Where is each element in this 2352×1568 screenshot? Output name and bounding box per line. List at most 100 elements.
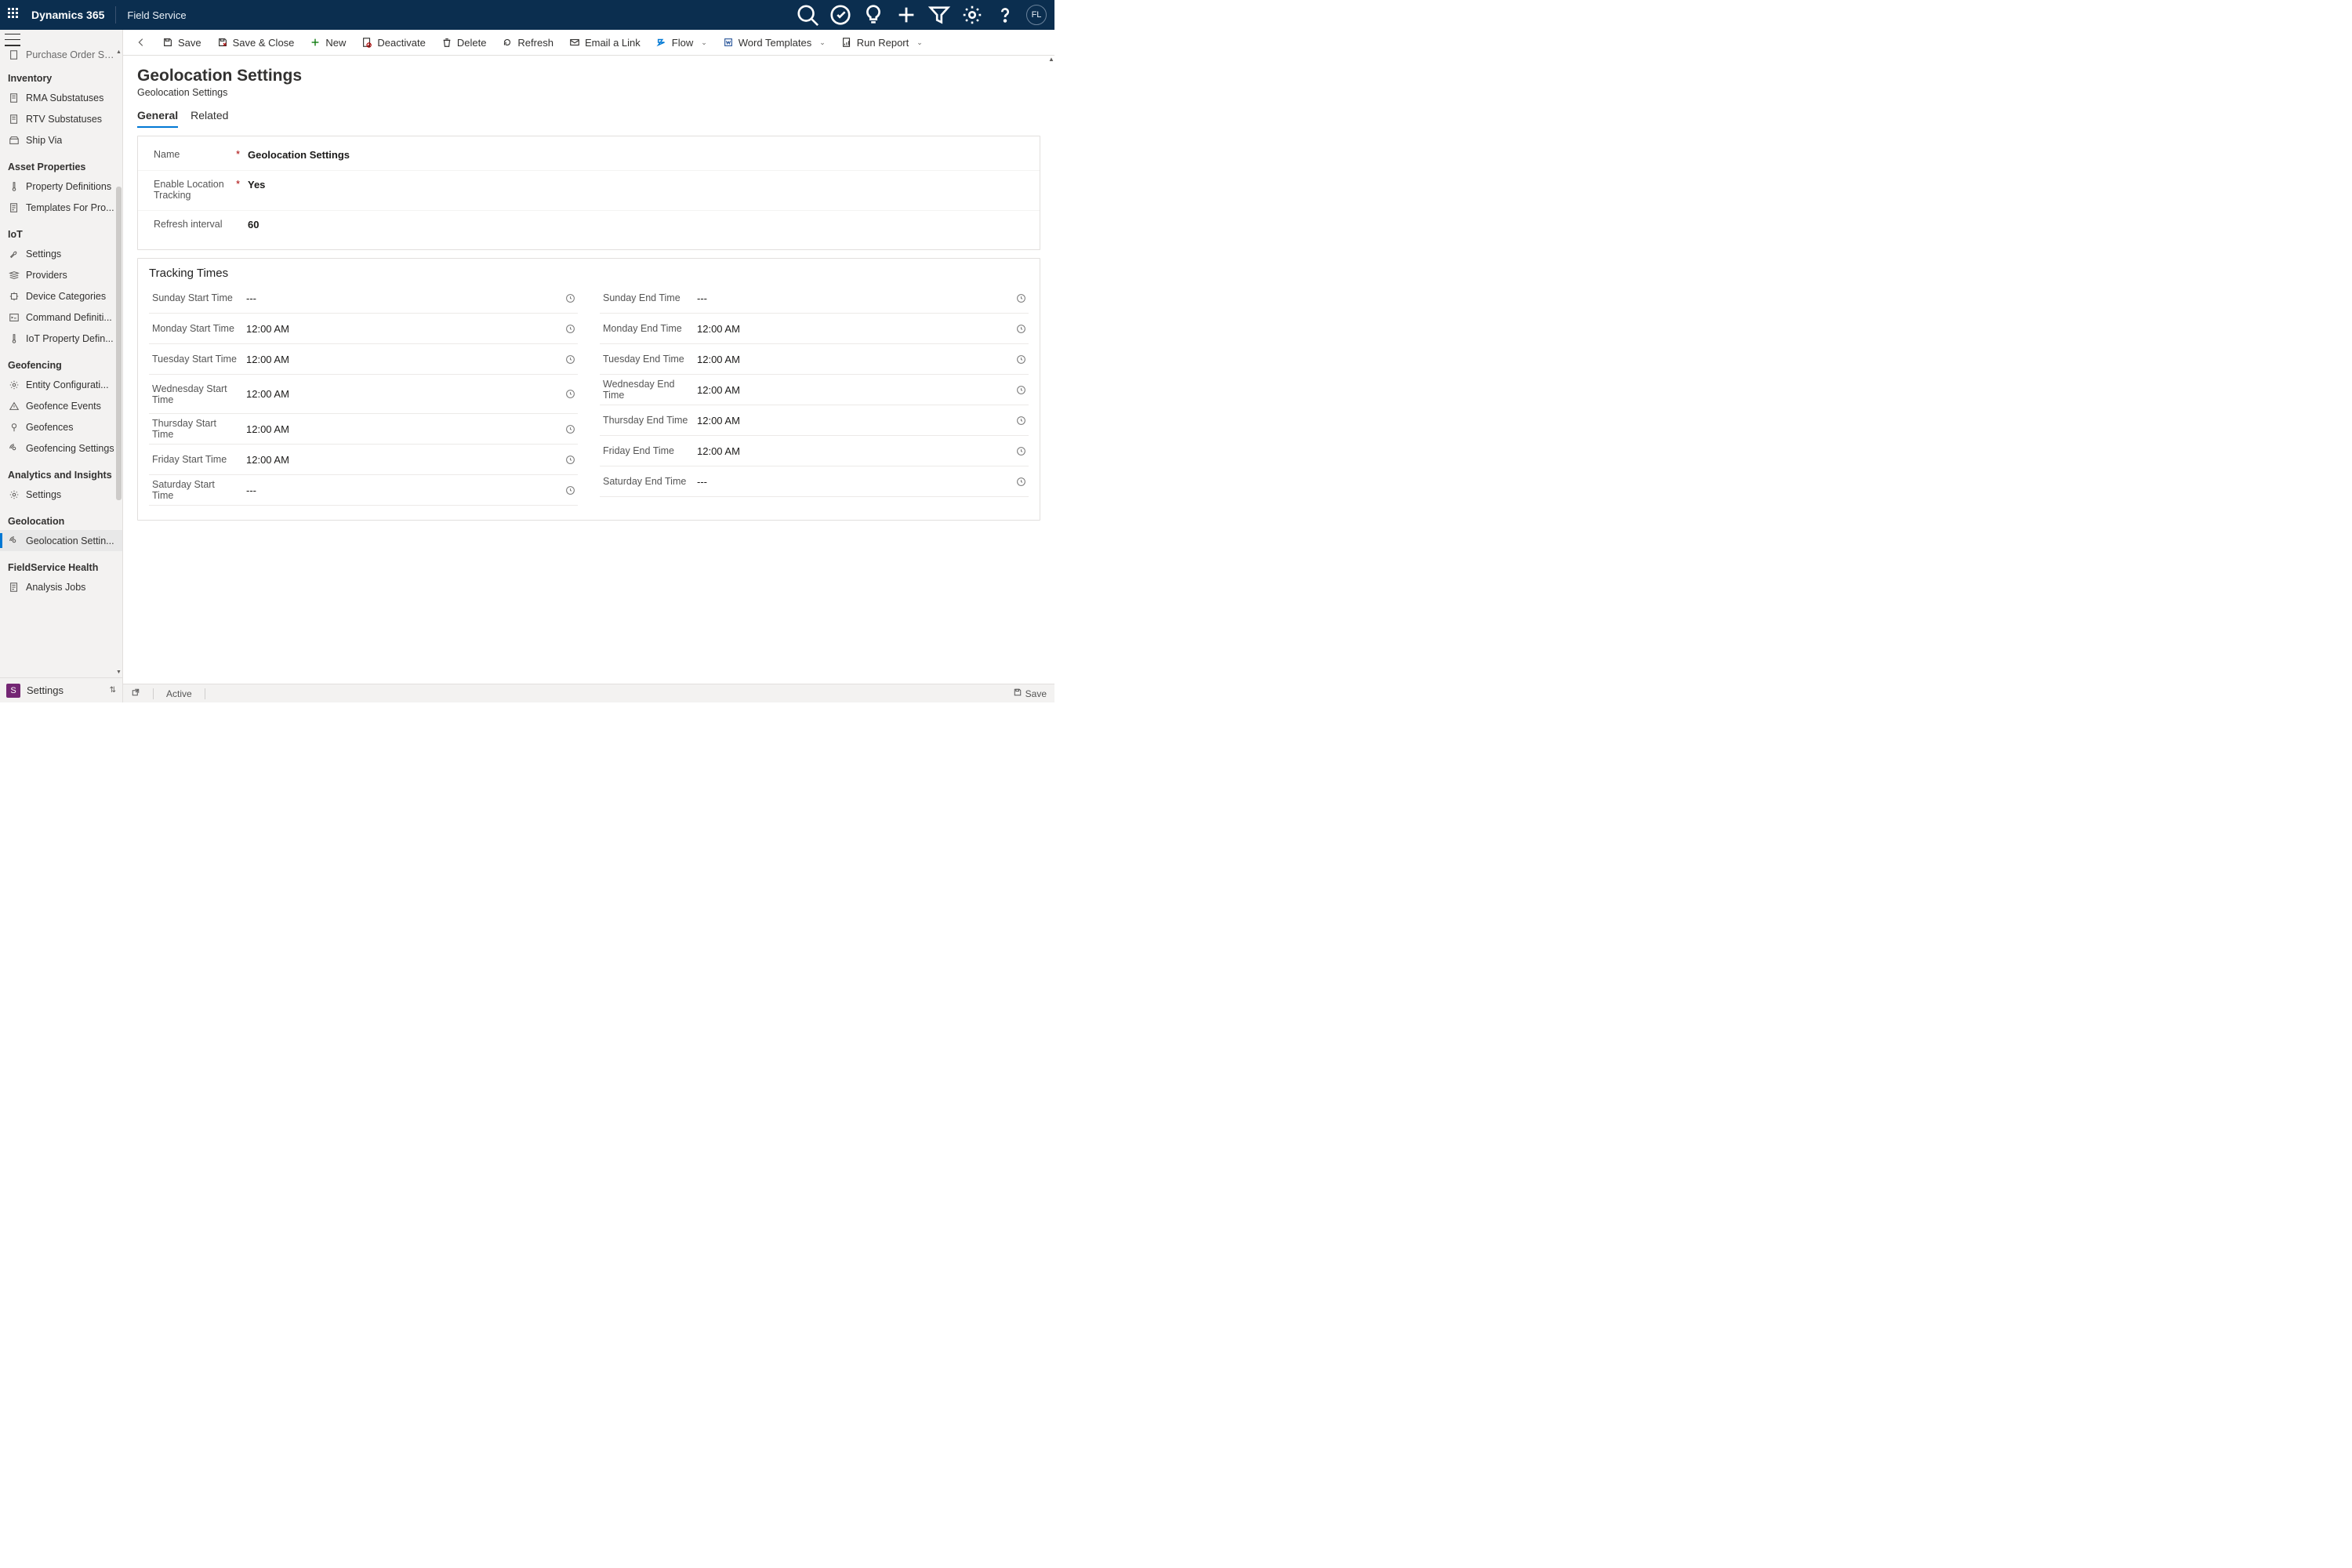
time-row[interactable]: Thursday Start Time12:00 AM: [149, 414, 578, 445]
help-icon[interactable]: [993, 3, 1017, 27]
sidebar-item[interactable]: Settings: [0, 484, 122, 505]
refresh-button[interactable]: Refresh: [494, 30, 561, 55]
back-button[interactable]: [131, 30, 151, 55]
sidebar-item[interactable]: Ship Via: [0, 129, 122, 151]
time-row[interactable]: Saturday End Time---: [600, 466, 1029, 497]
time-row[interactable]: Friday End Time12:00 AM: [600, 436, 1029, 466]
sidebar-item[interactable]: Entity Configurati...: [0, 374, 122, 395]
sidebar-item[interactable]: Templates For Pro...: [0, 197, 122, 218]
sidebar-item[interactable]: Geofences: [0, 416, 122, 437]
hamburger-icon[interactable]: [5, 34, 20, 46]
time-row[interactable]: Monday Start Time12:00 AM: [149, 314, 578, 344]
sidebar-item[interactable]: Device Categories: [0, 285, 122, 307]
task-icon[interactable]: [829, 3, 852, 27]
sidebar-item[interactable]: IoT Property Defin...: [0, 328, 122, 349]
content-scroll-up-icon[interactable]: ▲: [1048, 56, 1054, 65]
email-a-link-button[interactable]: Email a Link: [561, 30, 648, 55]
clock-icon[interactable]: [1013, 477, 1029, 487]
clock-icon[interactable]: [1013, 324, 1029, 334]
sidebar-group-header: Inventory: [0, 73, 122, 84]
settings-icon[interactable]: [960, 3, 984, 27]
sidebar-item[interactable]: Command Definiti...: [0, 307, 122, 328]
page-title: Geolocation Settings: [137, 67, 1040, 85]
clock-icon[interactable]: [562, 455, 578, 465]
tab-related[interactable]: Related: [191, 109, 228, 128]
sidebar-item[interactable]: Settings: [0, 243, 122, 264]
save-button[interactable]: Save: [154, 30, 209, 55]
search-icon[interactable]: [796, 3, 819, 27]
sidebar-item[interactable]: Property Definitions: [0, 176, 122, 197]
new-button[interactable]: New: [302, 30, 354, 55]
sidebar-item[interactable]: RTV Substatuses: [0, 108, 122, 129]
lightbulb-icon[interactable]: [862, 3, 885, 27]
footer-save-button[interactable]: Save: [1013, 688, 1047, 699]
time-row[interactable]: Tuesday End Time12:00 AM: [600, 344, 1029, 375]
run-report-button[interactable]: Run Report⌄: [833, 30, 931, 55]
time-row[interactable]: Thursday End Time12:00 AM: [600, 405, 1029, 436]
sidebar-item[interactable]: Analysis Jobs: [0, 576, 122, 597]
time-row[interactable]: Tuesday Start Time12:00 AM: [149, 344, 578, 375]
clock-icon[interactable]: [1013, 385, 1029, 395]
clock-icon[interactable]: [562, 293, 578, 303]
sidebar-item[interactable]: Geolocation Settin...: [0, 530, 122, 551]
time-row[interactable]: Friday Start Time12:00 AM: [149, 445, 578, 475]
clock-icon[interactable]: [1013, 416, 1029, 426]
clock-icon[interactable]: [1013, 293, 1029, 303]
time-row[interactable]: Wednesday End Time12:00 AM: [600, 375, 1029, 405]
required-marker: *: [236, 149, 248, 160]
tracking-times-title: Tracking Times: [138, 259, 1040, 283]
clock-icon[interactable]: [562, 324, 578, 334]
area-switcher[interactable]: S Settings ⇅: [0, 677, 122, 702]
clock-icon[interactable]: [562, 485, 578, 495]
sidebar-item[interactable]: Geofence Events: [0, 395, 122, 416]
time-label: Monday Start Time: [152, 323, 246, 334]
field-name-row[interactable]: Name* Geolocation Settings: [138, 141, 1040, 171]
sidebar-item[interactable]: RMA Substatuses: [0, 87, 122, 108]
radar-icon: [8, 535, 20, 546]
sidebar-item[interactable]: Geofencing Settings: [0, 437, 122, 459]
filter-icon[interactable]: [927, 3, 951, 27]
sidebar-item[interactable]: Providers: [0, 264, 122, 285]
pin-icon: [8, 421, 20, 433]
scroll-down-icon[interactable]: ▼: [116, 670, 122, 677]
save-close-button[interactable]: Save & Close: [209, 30, 303, 55]
deactivate-button[interactable]: Deactivate: [354, 30, 433, 55]
tracking-times-card: Tracking Times Sunday Start Time---Monda…: [137, 258, 1040, 521]
user-avatar[interactable]: FL: [1026, 5, 1047, 25]
sidebar-item-truncated-top[interactable]: Purchase Order Su...: [0, 49, 122, 62]
sidebar-scrollbar[interactable]: ▲ ▼: [116, 49, 122, 677]
time-row[interactable]: Saturday Start Time---: [149, 475, 578, 506]
field-refresh-row[interactable]: Refresh interval 60: [138, 211, 1040, 245]
clock-icon[interactable]: [562, 354, 578, 365]
clock-icon[interactable]: [1013, 446, 1029, 456]
time-row[interactable]: Sunday End Time---: [600, 283, 1029, 314]
scroll-up-icon[interactable]: ▲: [116, 49, 122, 57]
sidebar-item-label: Templates For Pro...: [26, 202, 114, 213]
time-label: Thursday End Time: [603, 415, 697, 426]
time-row[interactable]: Sunday Start Time---: [149, 283, 578, 314]
flow-button[interactable]: Flow⌄: [648, 30, 715, 55]
box-icon: [8, 134, 20, 146]
field-label: Name: [154, 149, 180, 160]
field-enable-row[interactable]: Enable Location Tracking* Yes: [138, 171, 1040, 211]
clock-icon[interactable]: [1013, 354, 1029, 365]
time-label: Sunday End Time: [603, 292, 697, 303]
tab-general[interactable]: General: [137, 109, 178, 128]
popout-icon[interactable]: [131, 688, 140, 699]
trash-icon: [441, 37, 452, 48]
app-launcher-icon[interactable]: [8, 8, 22, 22]
plus-icon[interactable]: [895, 3, 918, 27]
time-row[interactable]: Monday End Time12:00 AM: [600, 314, 1029, 344]
scrollbar-thumb[interactable]: [116, 187, 122, 500]
thermo-icon: [8, 332, 20, 344]
sidebar-item-label: RTV Substatuses: [26, 114, 102, 125]
time-row[interactable]: Wednesday Start Time12:00 AM: [149, 375, 578, 414]
sidebar-item-label: Settings: [26, 249, 61, 260]
clock-icon[interactable]: [562, 389, 578, 399]
word-templates-button[interactable]: Word Templates⌄: [715, 30, 833, 55]
report-icon: [841, 37, 852, 48]
delete-button[interactable]: Delete: [434, 30, 495, 55]
clock-icon[interactable]: [562, 424, 578, 434]
command-label: Save: [178, 37, 201, 49]
time-label: Saturday Start Time: [152, 479, 246, 501]
